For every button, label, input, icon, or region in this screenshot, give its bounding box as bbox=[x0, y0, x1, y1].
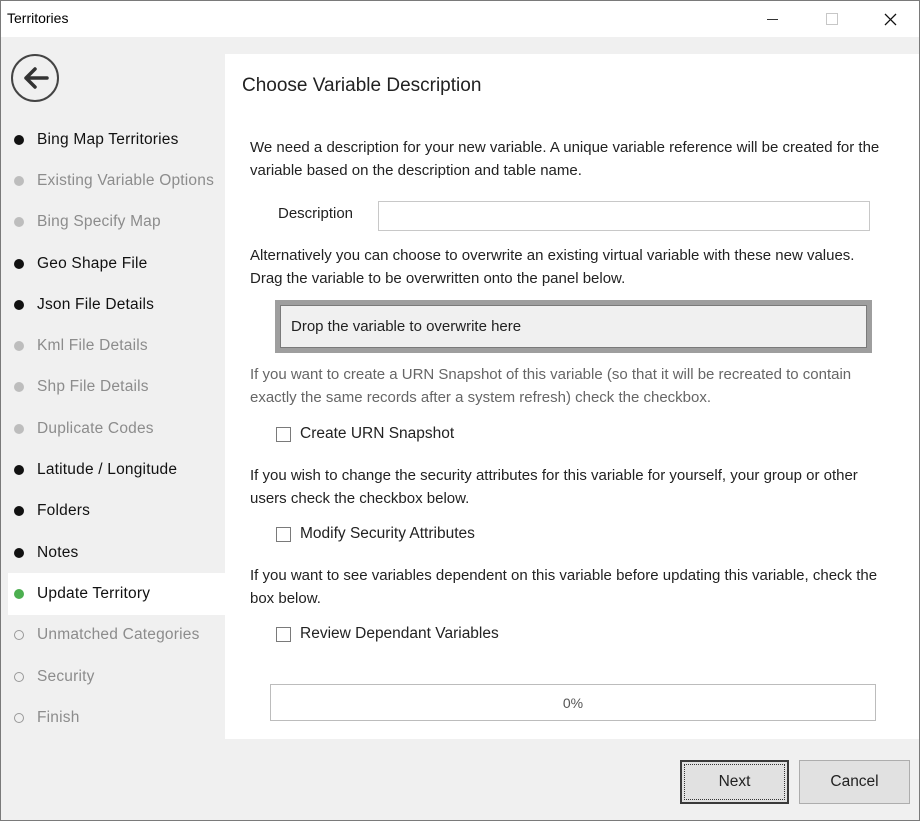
step-label: Latitude / Longitude bbox=[37, 461, 178, 479]
step-status-icon bbox=[14, 299, 24, 310]
minimize-icon bbox=[766, 18, 778, 20]
minimize-button[interactable] bbox=[749, 1, 795, 37]
back-arrow-icon bbox=[24, 67, 49, 89]
step-status-icon bbox=[14, 175, 24, 186]
step-item[interactable]: Bing Map Territories bbox=[8, 119, 225, 160]
step-status-icon bbox=[14, 134, 24, 145]
step-label: Existing Variable Options bbox=[37, 171, 215, 189]
step-item[interactable]: Shp File Details bbox=[8, 367, 225, 408]
intro-text: We need a description for your new varia… bbox=[250, 139, 880, 179]
step-item[interactable]: Security bbox=[8, 656, 225, 697]
description-input[interactable] bbox=[378, 201, 870, 231]
step-label: Bing Specify Map bbox=[37, 213, 161, 231]
step-item[interactable]: Finish bbox=[8, 697, 225, 738]
dependent-checkbox[interactable] bbox=[276, 626, 291, 642]
step-label: Unmatched Categories bbox=[37, 626, 200, 644]
description-label: Description bbox=[278, 205, 354, 222]
step-status-icon bbox=[14, 630, 24, 641]
urn-checkbox[interactable] bbox=[276, 426, 291, 442]
step-item-current[interactable]: Update Territory bbox=[8, 573, 225, 615]
step-label: Kml File Details bbox=[37, 337, 148, 355]
progress-text: 0% bbox=[562, 694, 584, 711]
security-checkbox[interactable] bbox=[276, 526, 291, 542]
step-list: Bing Map Territories Existing Variable O… bbox=[8, 119, 225, 738]
step-label: Notes bbox=[37, 543, 79, 561]
step-label: Bing Map Territories bbox=[37, 130, 179, 148]
security-checkbox-label: Modify Security Attributes bbox=[300, 525, 475, 542]
maximize-button[interactable] bbox=[809, 1, 855, 37]
step-status-icon bbox=[14, 382, 24, 393]
urn-text: If you want to create a URN Snapshot of … bbox=[250, 366, 852, 406]
main-panel: Choose Variable Description We need a de… bbox=[225, 54, 919, 739]
maximize-icon bbox=[826, 13, 838, 25]
cancel-button[interactable]: Cancel bbox=[799, 760, 910, 804]
step-item[interactable]: Existing Variable Options bbox=[8, 160, 225, 201]
step-status-icon bbox=[14, 258, 24, 269]
steps-sidebar: Bing Map Territories Existing Variable O… bbox=[1, 37, 225, 739]
step-item[interactable]: Notes bbox=[8, 532, 225, 573]
step-label: Geo Shape File bbox=[37, 254, 148, 272]
title-bar: Territories bbox=[1, 1, 919, 37]
window-title: Territories bbox=[7, 10, 69, 26]
step-item[interactable]: Bing Specify Map bbox=[8, 202, 225, 243]
urn-checkbox-label: Create URN Snapshot bbox=[300, 425, 455, 442]
drop-zone[interactable]: Drop the variable to overwrite here bbox=[275, 300, 872, 353]
step-status-icon bbox=[14, 341, 24, 352]
step-status-icon bbox=[14, 588, 24, 599]
dependent-checkbox-label: Review Dependant Variables bbox=[300, 625, 499, 642]
close-icon bbox=[884, 13, 896, 25]
dependent-checkbox-row[interactable]: Review Dependant Variables bbox=[276, 625, 499, 643]
security-text: If you wish to change the security attri… bbox=[250, 467, 858, 507]
overwrite-text: Alternatively you can choose to overwrit… bbox=[250, 247, 855, 287]
step-label: Update Territory bbox=[37, 584, 151, 602]
step-label: Finish bbox=[37, 708, 80, 726]
drop-zone-label: Drop the variable to overwrite here bbox=[280, 305, 867, 348]
step-item[interactable]: Json File Details bbox=[8, 284, 225, 325]
step-item[interactable]: Kml File Details bbox=[8, 325, 225, 366]
step-item[interactable]: Geo Shape File bbox=[8, 243, 225, 284]
step-status-icon bbox=[14, 671, 24, 682]
step-status-icon bbox=[14, 506, 24, 517]
step-item[interactable]: Duplicate Codes bbox=[8, 408, 225, 449]
step-status-icon bbox=[14, 217, 24, 228]
wizard-window: Territories Bing Map Territories Existin… bbox=[0, 0, 920, 821]
page-title: Choose Variable Description bbox=[242, 75, 482, 96]
urn-checkbox-row[interactable]: Create URN Snapshot bbox=[276, 425, 454, 443]
progress-bar: 0% bbox=[270, 684, 876, 721]
step-label: Folders bbox=[37, 502, 91, 520]
back-button[interactable] bbox=[11, 54, 59, 102]
step-status-icon bbox=[14, 465, 24, 476]
dependent-text: If you want to see variables dependent o… bbox=[250, 567, 878, 607]
step-label: Security bbox=[37, 667, 95, 685]
step-label: Duplicate Codes bbox=[37, 419, 154, 437]
step-label: Shp File Details bbox=[37, 378, 149, 396]
step-status-icon bbox=[14, 712, 24, 723]
close-button[interactable] bbox=[867, 1, 913, 37]
step-item[interactable]: Latitude / Longitude bbox=[8, 449, 225, 490]
security-checkbox-row[interactable]: Modify Security Attributes bbox=[276, 525, 475, 543]
step-item[interactable]: Unmatched Categories bbox=[8, 615, 225, 656]
step-status-icon bbox=[14, 547, 24, 558]
step-label: Json File Details bbox=[37, 295, 155, 313]
step-item[interactable]: Folders bbox=[8, 491, 225, 532]
next-button[interactable]: Next bbox=[680, 760, 789, 804]
step-status-icon bbox=[14, 423, 24, 434]
